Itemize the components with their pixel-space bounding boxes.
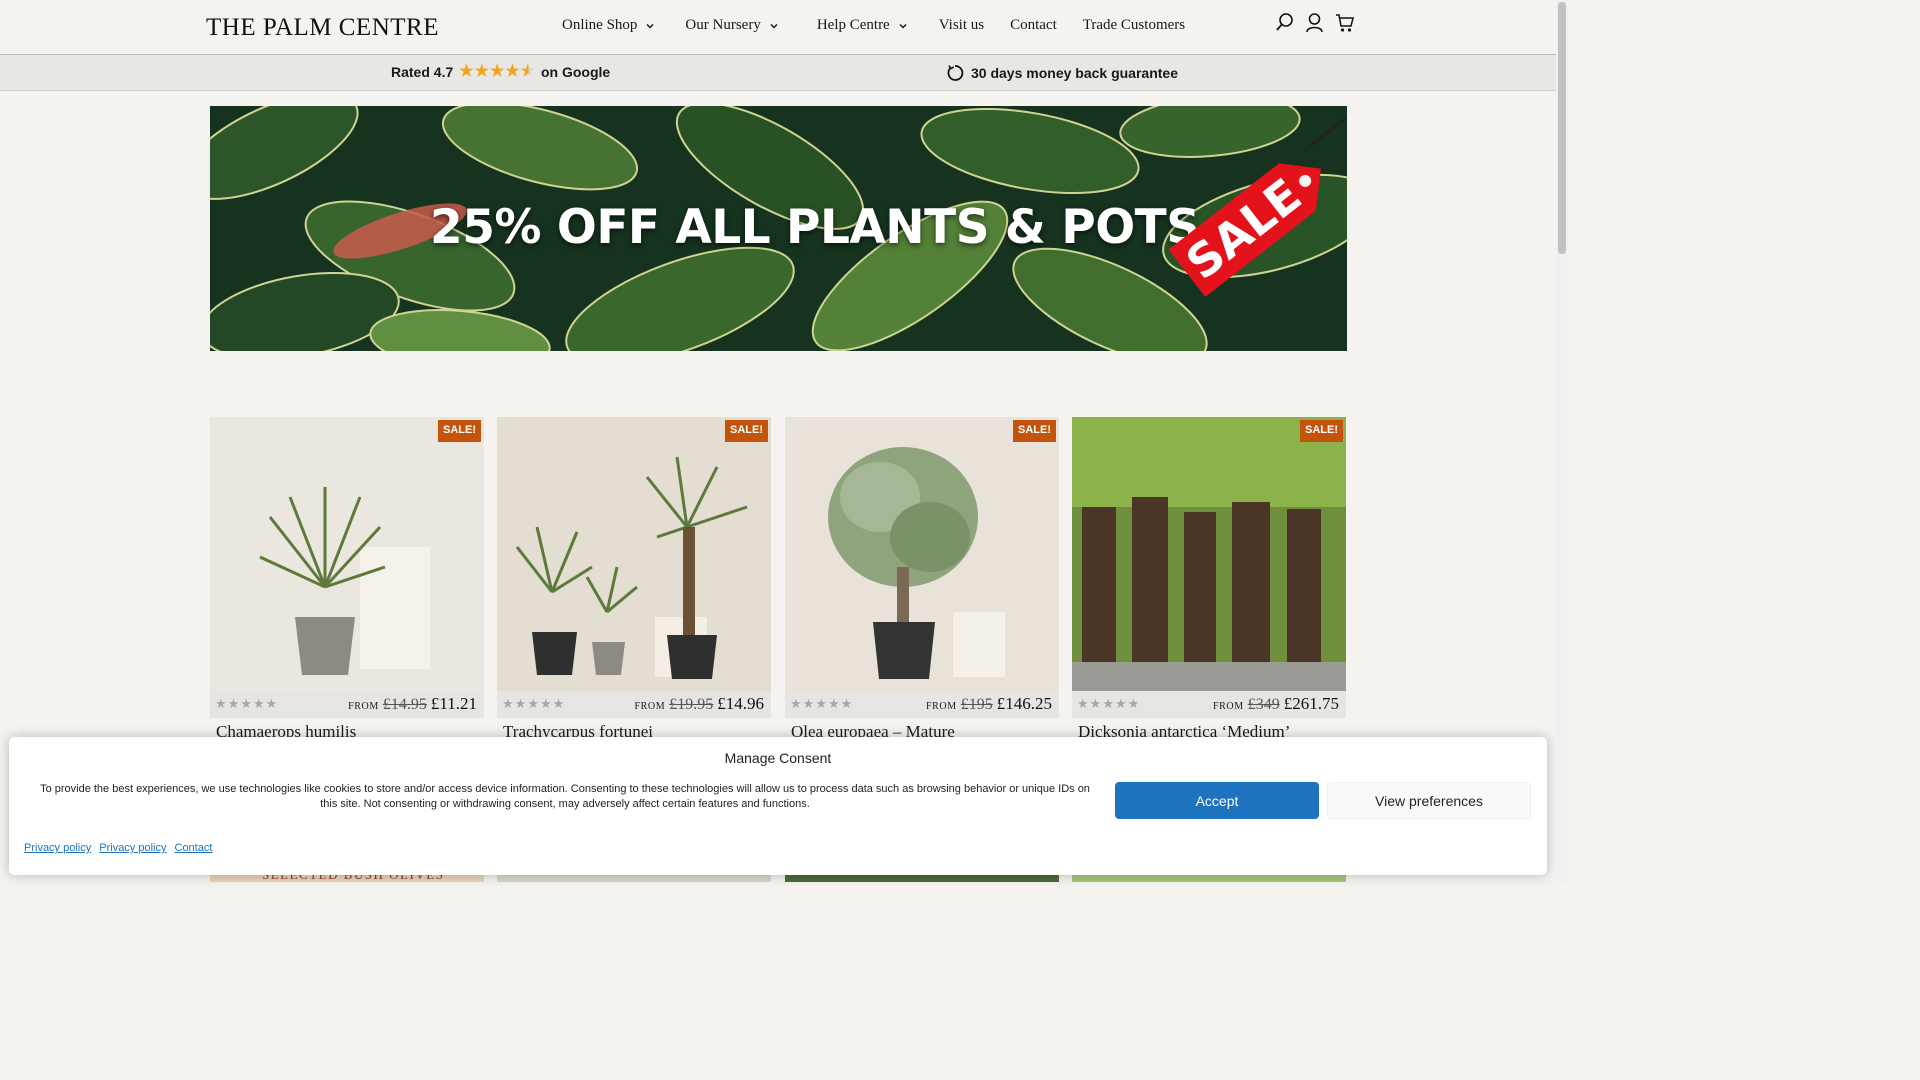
palm-trees-image <box>497 417 771 691</box>
star-icon: ★ <box>474 63 489 80</box>
star-icon: ★ <box>505 63 520 80</box>
product-price: FROM £14.95 £11.21 <box>348 694 477 714</box>
product-price: FROM £19.95 £14.96 <box>635 694 765 714</box>
price-from: FROM <box>348 701 379 712</box>
sale-badge: SALE! <box>438 420 481 442</box>
sale-hero-banner[interactable]: 25% OFF ALL PLANTS & POTS SALE <box>210 106 1347 351</box>
nav-our-nursery[interactable]: Our Nursery <box>685 17 778 34</box>
price-from: FROM <box>926 701 957 712</box>
privacy-policy-link[interactable]: Privacy policy <box>24 842 91 854</box>
price-from: FROM <box>634 701 666 712</box>
product-rating: ★ ★ ★ ★ ★ <box>790 696 853 711</box>
product-price: FROM £349 £261.75 <box>1213 694 1339 714</box>
product-image[interactable]: SALE! <box>210 417 484 691</box>
half-star-icon: ★ <box>520 63 535 80</box>
search-icon[interactable] <box>1275 12 1294 34</box>
product-meta: ★ ★ ★ ★ ★ FROM £14.95 £11.21 <box>210 691 484 718</box>
nav-contact[interactable]: Contact <box>1010 17 1057 34</box>
rating-prefix: Rated 4.7 <box>391 64 454 80</box>
product-card[interactable]: SALE! ★ ★ ★ ★ ★ FROM £19.95 £14.96 Trachycar… <box>497 417 771 741</box>
product-image[interactable]: SALE! <box>785 417 1059 691</box>
nav-label: Online Shop <box>562 17 638 33</box>
nav-label: Trade Customers <box>1082 17 1186 33</box>
product-rating: ★ ★ ★ ★ ★ <box>215 696 278 711</box>
privacy-policy-link[interactable]: Privacy policy <box>99 842 166 854</box>
price-from: FROM <box>1213 701 1244 712</box>
sale-badge: SALE! <box>725 420 768 442</box>
nav-online-shop[interactable]: Online Shop <box>562 17 655 34</box>
consent-links: Privacy policy Privacy policy Contact <box>24 842 212 854</box>
sale-badge: SALE! <box>1013 420 1056 442</box>
sale-price: £14.96 <box>717 694 764 713</box>
nav-label: Help Centre <box>816 17 890 33</box>
star-icon: ★ <box>489 63 505 80</box>
rating-suffix: on Google <box>540 64 611 80</box>
star-icon: ★ <box>459 63 474 80</box>
product-meta: ★ ★ ★ ★ ★ FROM £349 £261.75 <box>1072 691 1346 718</box>
consent-title: Manage Consent <box>724 750 832 766</box>
chevron-down-icon <box>899 23 907 29</box>
product-card[interactable]: SALE! ★ ★ ★ ★ ★ FROM £195 £146.25 Olea europ… <box>785 417 1059 741</box>
product-meta: ★ ★ ★ ★ ★ FROM £195 £146.25 <box>785 691 1059 718</box>
nav-label: Visit us <box>938 17 985 33</box>
sale-price: £261.75 <box>1283 694 1339 713</box>
nav-help-centre[interactable]: Help Centre <box>817 17 908 34</box>
product-card[interactable]: SALE! ★ ★ ★ ★ ★ FROM £14.95 £11.21 Chamaerop… <box>210 417 484 741</box>
product-image[interactable]: SALE! <box>497 417 771 691</box>
chevron-down-icon <box>770 23 778 29</box>
tree-fern-image <box>1072 417 1346 691</box>
palm-plant-image <box>210 417 484 691</box>
contact-link[interactable]: Contact <box>175 842 213 854</box>
sale-price: £146.25 <box>996 694 1052 713</box>
sale-badge: SALE! <box>1300 420 1343 442</box>
info-bar: Rated 4.7 ★ ★ ★ ★ ★ on Google 30 days mo… <box>0 55 1556 91</box>
product-meta: ★ ★ ★ ★ ★ FROM £19.95 £14.96 <box>497 691 771 718</box>
sale-tag-icon: SALE <box>1168 116 1347 297</box>
guarantee-text: 30 days money back guarantee <box>971 65 1178 81</box>
google-rating[interactable]: Rated 4.7 ★ ★ ★ ★ ★ on Google <box>391 64 611 81</box>
hero-title: 25% OFF ALL PLANTS & POTS <box>430 200 1200 255</box>
olive-tree-image <box>785 417 1059 691</box>
chevron-down-icon <box>646 23 654 29</box>
nav-visit-us[interactable]: Visit us <box>939 17 984 34</box>
product-rating: ★ ★ ★ ★ ★ <box>1077 696 1140 711</box>
nav-trade-customers[interactable]: Trade Customers <box>1083 17 1185 34</box>
cart-icon[interactable] <box>1335 12 1354 34</box>
old-price: £19.95 <box>669 696 714 713</box>
old-price: £14.95 <box>382 696 427 713</box>
view-preferences-button[interactable]: View preferences <box>1327 782 1531 819</box>
refresh-icon <box>947 65 964 81</box>
product-card[interactable]: SALE! ★ ★ ★ ★ ★ FROM £349 £261.75 Dicksonia … <box>1072 417 1346 741</box>
consent-text: To provide the best experiences, we use … <box>40 783 1090 810</box>
rating-stars: ★ ★ ★ ★ ★ <box>459 64 535 80</box>
cookie-consent-dialog: Manage Consent To provide the best exper… <box>9 737 1547 875</box>
scrollbar-thumb[interactable] <box>1558 2 1566 254</box>
main-nav: Online Shop Our Nursery Help Centre Visi… <box>562 17 1185 34</box>
product-rating: ★ ★ ★ ★ ★ <box>502 696 565 711</box>
sale-price: £11.21 <box>430 694 477 713</box>
header-icons <box>1275 12 1354 34</box>
old-price: £195 <box>960 696 993 713</box>
page-scrollbar[interactable] <box>1556 0 1568 882</box>
old-price: £349 <box>1247 696 1280 713</box>
site-logo[interactable]: THE PALM CENTRE <box>206 14 439 42</box>
account-icon[interactable] <box>1305 12 1324 34</box>
product-price: FROM £195 £146.25 <box>926 694 1052 714</box>
accept-button[interactable]: Accept <box>1115 782 1319 819</box>
money-back-guarantee: 30 days money back guarantee <box>946 64 1178 82</box>
product-image[interactable]: SALE! <box>1072 417 1346 691</box>
site-header: THE PALM CENTRE Online Shop Our Nursery … <box>0 0 1556 55</box>
nav-label: Our Nursery <box>685 17 761 33</box>
nav-label: Contact <box>1010 17 1057 33</box>
